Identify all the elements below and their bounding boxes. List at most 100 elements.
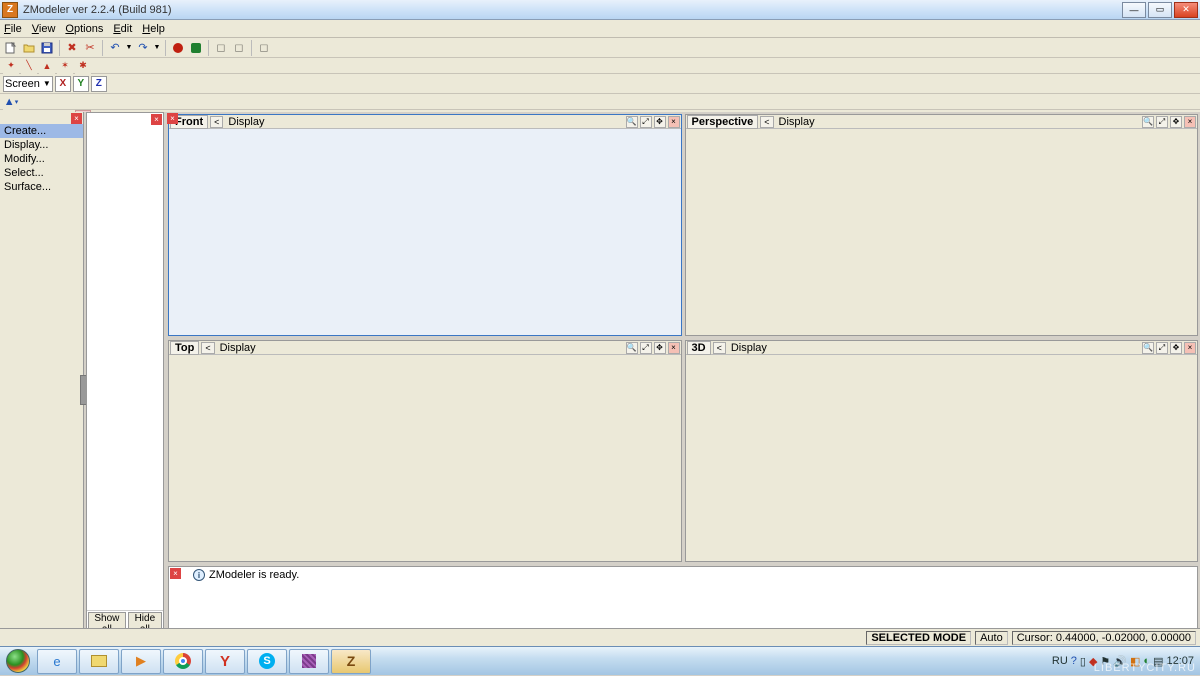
- tray-lang[interactable]: RU: [1052, 655, 1068, 667]
- viewport-title[interactable]: Perspective: [687, 115, 759, 129]
- sidebar-item-display[interactable]: Display...: [0, 138, 83, 152]
- save-button[interactable]: [39, 40, 55, 56]
- zoom-in-icon[interactable]: 🔍: [1142, 342, 1154, 354]
- close-button[interactable]: ✕: [1174, 2, 1198, 18]
- stop-button[interactable]: [170, 40, 186, 56]
- pan-icon[interactable]: ✥: [1170, 116, 1182, 128]
- tray-vol-icon[interactable]: 🔊: [1113, 655, 1127, 668]
- zoom-in-icon[interactable]: 🔍: [626, 342, 638, 354]
- viewport-close-icon[interactable]: ×: [668, 116, 680, 128]
- viewport-title[interactable]: 3D: [687, 341, 711, 355]
- coord-system-dropdown[interactable]: Screen ▼: [3, 76, 53, 92]
- viewport-title[interactable]: Top: [170, 341, 199, 355]
- sidebar-item-create[interactable]: Create...: [0, 124, 83, 138]
- tray-app1-icon[interactable]: ◧: [1130, 655, 1140, 668]
- viewport-close-icon[interactable]: ×: [668, 342, 680, 354]
- taskbar-winrar[interactable]: [289, 649, 329, 674]
- sidebar-close-icon[interactable]: ×: [71, 113, 82, 124]
- viewport-canvas[interactable]: [686, 129, 1198, 335]
- redo-dropdown[interactable]: ▼: [153, 40, 161, 56]
- cut-button[interactable]: ✂: [82, 40, 98, 56]
- taskbar-explorer[interactable]: [79, 649, 119, 674]
- taskbar-ie[interactable]: e: [37, 649, 77, 674]
- axis-x-button[interactable]: X: [55, 76, 71, 92]
- start-button[interactable]: [0, 647, 36, 676]
- tree-close-icon[interactable]: ×: [151, 114, 162, 125]
- new-button[interactable]: [3, 40, 19, 56]
- delete-button[interactable]: ✖: [64, 40, 80, 56]
- viewport-canvas[interactable]: [169, 129, 681, 335]
- menu-view[interactable]: View: [32, 23, 56, 35]
- viewport-top[interactable]: Top < Display 🔍 ⤢ ✥ ×: [168, 340, 682, 562]
- taskbar-zmodeler[interactable]: Z: [331, 649, 371, 674]
- tool-c-button[interactable]: ◻: [256, 40, 272, 56]
- viewport-canvas[interactable]: [169, 355, 681, 561]
- tray-clock[interactable]: 12:07: [1166, 656, 1194, 667]
- viewport-perspective[interactable]: Perspective < Display 🔍 ⤢ ✥ ×: [685, 114, 1199, 336]
- viewport-3d[interactable]: 3D < Display 🔍 ⤢ ✥ ×: [685, 340, 1199, 562]
- viewport-nav-prev-icon[interactable]: <: [760, 116, 773, 128]
- redo-button[interactable]: ↷: [135, 40, 151, 56]
- sidebar-item-surface[interactable]: Surface...: [0, 180, 83, 194]
- tray-app3-icon[interactable]: ▤: [1153, 655, 1163, 668]
- face-tool[interactable]: ▲: [39, 58, 55, 74]
- element-tool[interactable]: ✱: [75, 58, 91, 74]
- viewport-display-label[interactable]: Display: [727, 342, 771, 354]
- open-button[interactable]: [21, 40, 37, 56]
- viewport-nav-prev-icon[interactable]: <: [210, 116, 223, 128]
- undo-button[interactable]: ↶: [107, 40, 123, 56]
- viewport-close-icon[interactable]: ×: [1184, 116, 1196, 128]
- taskbar-yandex[interactable]: Y: [205, 649, 245, 674]
- tree-body[interactable]: [87, 113, 163, 610]
- pan-icon[interactable]: ✥: [654, 116, 666, 128]
- axis-y-button[interactable]: Y: [73, 76, 89, 92]
- pan-icon[interactable]: ✥: [1170, 342, 1182, 354]
- tool-b-button[interactable]: ◻: [231, 40, 247, 56]
- viewport-display-label[interactable]: Display: [216, 342, 260, 354]
- axis-z-button[interactable]: Z: [91, 76, 107, 92]
- taskbar-skype[interactable]: S: [247, 649, 287, 674]
- tray-flag-icon[interactable]: ▯: [1080, 655, 1086, 668]
- taskbar-chrome[interactable]: [163, 649, 203, 674]
- sidebar-item-modify[interactable]: Modify...: [0, 152, 83, 166]
- menu-help[interactable]: Help: [142, 23, 165, 35]
- viewport-close-icon[interactable]: ×: [1184, 342, 1196, 354]
- zoom-in-icon[interactable]: 🔍: [1142, 116, 1154, 128]
- viewport-nav-prev-icon[interactable]: <: [713, 342, 726, 354]
- zoom-in-icon[interactable]: 🔍: [626, 116, 638, 128]
- zoom-extent-icon[interactable]: ⤢: [1156, 116, 1168, 128]
- tray-help-icon[interactable]: ?: [1071, 655, 1077, 667]
- viewgrid-close-icon[interactable]: ×: [167, 113, 178, 124]
- tray-net-icon[interactable]: ⚑: [1100, 655, 1110, 668]
- object-tool[interactable]: ✶: [57, 58, 73, 74]
- viewport-head: Perspective < Display 🔍 ⤢ ✥ ×: [686, 115, 1198, 129]
- taskbar-wmp[interactable]: ▶: [121, 649, 161, 674]
- zoom-extent-icon[interactable]: ⤢: [640, 342, 652, 354]
- status-cursor: Cursor: 0.44000, -0.02000, 0.00000: [1012, 631, 1196, 645]
- menu-options[interactable]: Options: [65, 23, 103, 35]
- viewport-head: Top < Display 🔍 ⤢ ✥ ×: [169, 341, 681, 355]
- edge-tool[interactable]: ╲: [21, 58, 37, 74]
- viewport-canvas[interactable]: [686, 355, 1198, 561]
- viewport-display-label[interactable]: Display: [224, 116, 268, 128]
- vertex-tool[interactable]: ✦: [3, 58, 19, 74]
- pan-icon[interactable]: ✥: [654, 342, 666, 354]
- minimize-button[interactable]: —: [1122, 2, 1146, 18]
- log-close-icon[interactable]: ×: [170, 568, 181, 579]
- maximize-button[interactable]: ▭: [1148, 2, 1172, 18]
- tool-a-button[interactable]: ◻: [213, 40, 229, 56]
- dropdown-arrow-icon: ▼: [43, 79, 51, 88]
- undo-dropdown[interactable]: ▼: [125, 40, 133, 56]
- sidebar-item-select[interactable]: Select...: [0, 166, 83, 180]
- viewport-display-label[interactable]: Display: [775, 116, 819, 128]
- viewport-front[interactable]: Front < Display 🔍 ⤢ ✥ ×: [168, 114, 682, 336]
- tray-av-icon[interactable]: ◆: [1089, 655, 1097, 668]
- menu-edit[interactable]: Edit: [113, 23, 132, 35]
- primitive-dropdown[interactable]: ▲▾: [3, 94, 19, 110]
- viewport-nav-prev-icon[interactable]: <: [201, 342, 214, 354]
- zoom-extent-icon[interactable]: ⤢: [1156, 342, 1168, 354]
- zoom-extent-icon[interactable]: ⤢: [640, 116, 652, 128]
- tray-app2-icon[interactable]: ◐: [1143, 655, 1150, 667]
- menu-file[interactable]: File: [4, 23, 22, 35]
- render-button[interactable]: [188, 40, 204, 56]
